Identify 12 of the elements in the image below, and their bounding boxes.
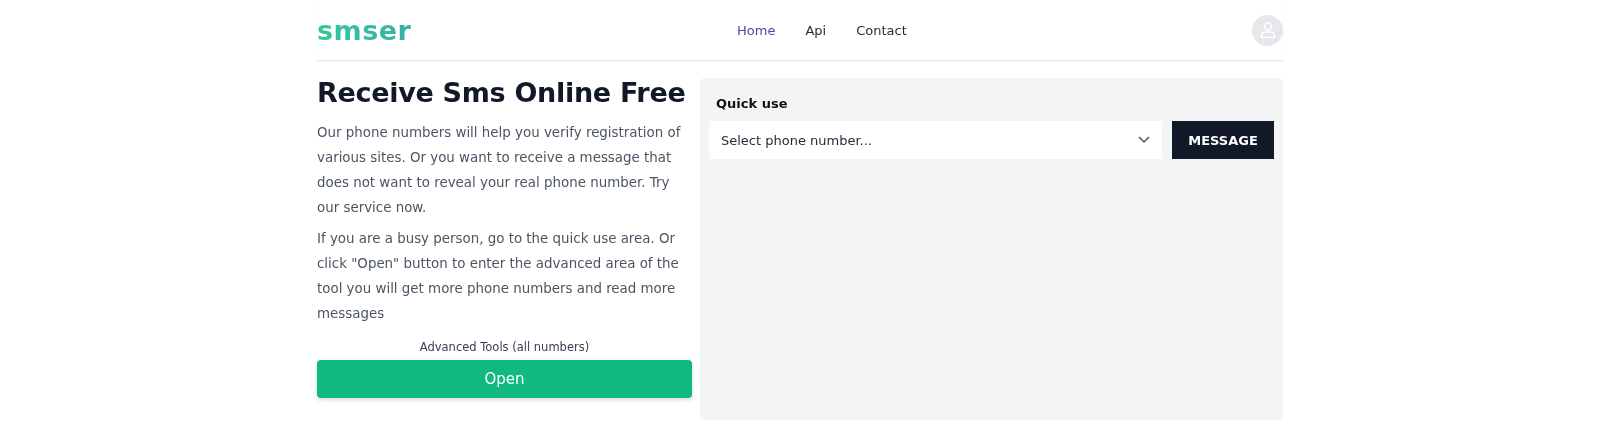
phone-number-select[interactable]: Select phone number... — [709, 121, 1162, 159]
advanced-tools-label: Advanced Tools (all numbers) — [418, 340, 591, 354]
panel-title: Quick use — [716, 96, 789, 111]
intro-paragraph: Our phone numbers will help you verify registration of various sites. Or you want to receive a message that does not want to reveal your real phone number. Try our service now. — [317, 124, 682, 217]
nav-link[interactable]: Contact — [856, 22, 907, 38]
nav-link[interactable]: Home — [737, 22, 776, 38]
user-avatar-icon[interactable] — [1252, 14, 1283, 46]
nav-link[interactable]: Api — [805, 22, 827, 38]
page-title: Receive Sms Online Free — [317, 77, 687, 108]
intro-paragraph: If you are a busy person, go to the quick use area. Or click "Open" button to enter the advanced area of the tool you will get more phone numbers and read more messages — [317, 230, 680, 323]
message-button[interactable]: MESSAGE — [1172, 121, 1274, 159]
chevron-down-icon — [1138, 136, 1150, 144]
